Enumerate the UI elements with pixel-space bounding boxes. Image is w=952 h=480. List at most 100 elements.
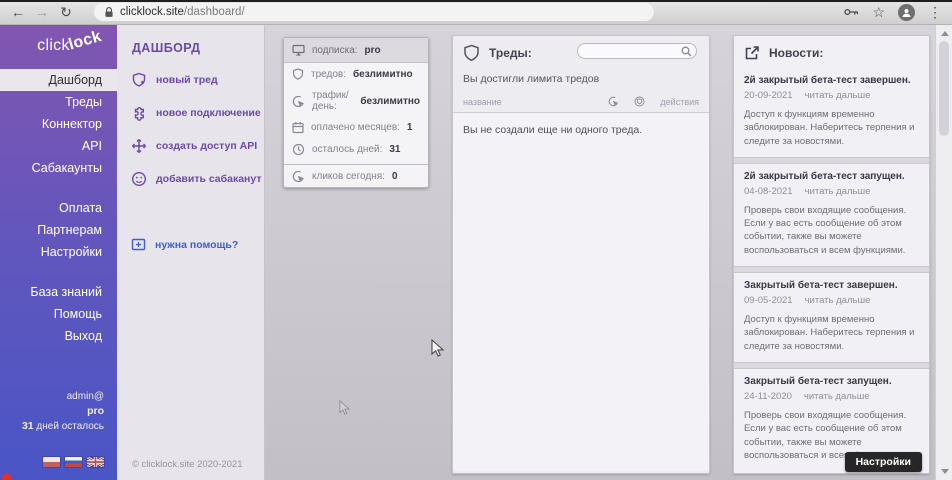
copyright-footer: © clicklock.site 2020-2021	[132, 459, 243, 470]
stat-clicks-today-label: кликов сегодня:	[312, 171, 385, 182]
calendar-icon	[292, 121, 304, 134]
threads-shield-icon	[463, 44, 480, 62]
threads-search-input[interactable]	[577, 43, 697, 59]
key-icon[interactable]	[844, 7, 859, 17]
column-status-icon	[634, 96, 645, 107]
sidebar-item-connector[interactable]: Коннектор	[0, 113, 117, 135]
sidebar-item-subaccounts[interactable]: Сабакаунты	[0, 157, 117, 179]
sidebar-item-settings[interactable]: Настройки	[0, 241, 117, 263]
stat-traffic-value: безлимитно	[360, 96, 420, 107]
create-api-access-label: создать доступ API	[156, 140, 257, 152]
monitor-icon	[292, 44, 305, 56]
url-domain: clicklock.site	[120, 6, 184, 18]
news-divider	[734, 266, 929, 273]
app-root: ← → ↻ clicklock.site/dashboard/ ☆ ⋮ clic…	[0, 0, 952, 480]
sidebar: clicklock Дашборд Треды Коннектор API Са…	[0, 25, 117, 480]
bookmark-star-icon[interactable]: ☆	[872, 1, 885, 24]
window-top-strip	[0, 0, 952, 2]
threads-title: Треды:	[489, 46, 532, 60]
news-item-body: Доступ к функциям временно заблокирован.…	[744, 108, 917, 148]
forward-icon[interactable]: →	[30, 1, 54, 24]
main-content: подписка: pro тредов: безлимитно трафик/…	[265, 25, 952, 480]
column-clicks-icon	[608, 96, 619, 107]
external-link-icon	[744, 45, 760, 61]
sidebar-item-threads[interactable]: Треды	[0, 91, 117, 113]
page-scrollbar[interactable]	[935, 25, 952, 480]
scroll-up-icon[interactable]	[941, 31, 949, 36]
stat-days-left-value: 31	[389, 144, 400, 155]
browser-toolbar: ← → ↻ clicklock.site/dashboard/ ☆ ⋮	[0, 0, 952, 25]
add-subaccount-label: добавить сабаканут	[156, 173, 262, 185]
stat-days-left-label: осталось дней:	[312, 144, 382, 155]
subscription-header: подписка: pro	[284, 38, 428, 63]
subscription-label: подписка:	[312, 45, 358, 56]
back-icon[interactable]: ←	[6, 1, 30, 24]
news-title: Новости:	[769, 46, 823, 60]
threads-panel: Треды: Вы достигли лимита тредов названи…	[452, 35, 710, 474]
scroll-down-icon[interactable]	[941, 469, 949, 474]
need-help-label: нужна помощь?	[155, 239, 238, 251]
sidebar-nav: Дашборд Треды Коннектор API Сабакаунты О…	[0, 69, 117, 347]
url-text[interactable]: clicklock.site/dashboard/	[120, 6, 245, 18]
account-info: admin@ pro 31 дней осталось	[22, 390, 104, 434]
days-number: 31	[22, 420, 34, 432]
clock-icon	[292, 143, 305, 156]
days-text: дней осталось	[36, 421, 104, 432]
reload-icon[interactable]: ↻	[54, 1, 78, 24]
news-item-date: 04-08-2021	[744, 186, 793, 197]
news-divider	[734, 362, 929, 369]
sidebar-item-help[interactable]: Помощь	[0, 303, 117, 325]
settings-button[interactable]: Настройки	[845, 452, 922, 472]
subscription-value: pro	[365, 45, 381, 56]
read-more-link[interactable]: читать дальше	[804, 391, 870, 402]
profile-avatar-icon[interactable]	[898, 4, 915, 21]
browser-menu-icon[interactable]: ⋮	[928, 1, 942, 24]
account-plan: pro	[87, 405, 104, 417]
sidebar-item-logout[interactable]: Выход	[0, 325, 117, 347]
shield-icon	[292, 68, 304, 81]
sidebar-item-partners[interactable]: Партнерам	[0, 219, 117, 241]
sidebar-item-payment[interactable]: Оплата	[0, 197, 117, 219]
puzzle-icon	[131, 105, 147, 121]
news-item-title: Закрытый бета-тест завершен.	[744, 280, 917, 291]
news-item: 2й закрытый бета-тест запущен. 04-08-202…	[734, 164, 929, 266]
new-thread-link[interactable]: новый тред	[131, 72, 264, 88]
mouse-cursor-ghost	[339, 400, 350, 421]
read-more-link[interactable]: читать дальше	[805, 186, 871, 197]
news-item-date: 20-09-2021	[744, 90, 793, 101]
stat-threads: тредов: безлимитно	[284, 63, 428, 85]
mouse-cursor	[431, 339, 444, 363]
flag-poland-icon[interactable]	[43, 457, 60, 467]
create-api-access-link[interactable]: создать доступ API	[131, 138, 264, 154]
url-path: /dashboard/	[184, 6, 245, 18]
news-item-title: 2й закрытый бета-тест запущен.	[744, 171, 917, 182]
help-plus-square-icon	[131, 237, 146, 252]
new-connection-label: новое подключение	[156, 107, 261, 119]
sidebar-item-api[interactable]: API	[0, 135, 117, 157]
click-cursor-icon	[292, 95, 305, 108]
read-more-link[interactable]: читать дальше	[805, 90, 871, 101]
shield-plus-icon	[131, 72, 147, 88]
news-item-title: Закрытый бета-тест запущен.	[744, 376, 917, 387]
stat-months-paid-label: оплачено месяцев:	[311, 122, 400, 133]
add-subaccount-link[interactable]: добавить сабаканут	[131, 171, 264, 187]
new-thread-label: новый тред	[156, 74, 218, 86]
subscription-card: подписка: pro тредов: безлимитно трафик/…	[283, 37, 429, 188]
stat-days-left: осталось дней: 31	[284, 138, 428, 160]
threads-empty-state: Вы не создали еще ни одного треда.	[453, 112, 709, 471]
flag-russia-icon[interactable]	[65, 457, 82, 467]
read-more-link[interactable]: читать дальше	[805, 295, 871, 306]
smiley-icon	[131, 171, 147, 187]
lock-icon	[104, 7, 114, 18]
scrollbar-thumb[interactable]	[939, 41, 949, 136]
account-days-left: 31 дней осталось	[22, 419, 104, 434]
need-help-link[interactable]: нужна помощь?	[131, 237, 264, 252]
flag-uk-icon[interactable]	[87, 457, 104, 467]
logo-part-click: click	[37, 37, 70, 54]
sidebar-item-dashboard[interactable]: Дашборд	[0, 69, 117, 91]
stat-traffic-label: трафик/день:	[312, 90, 353, 112]
sidebar-item-knowledge-base[interactable]: База знаний	[0, 281, 117, 303]
quick-menu-title: ДАШБОРД	[132, 41, 264, 55]
address-bar[interactable]: clicklock.site/dashboard/	[94, 3, 654, 21]
new-connection-link[interactable]: новое подключение	[131, 105, 264, 121]
